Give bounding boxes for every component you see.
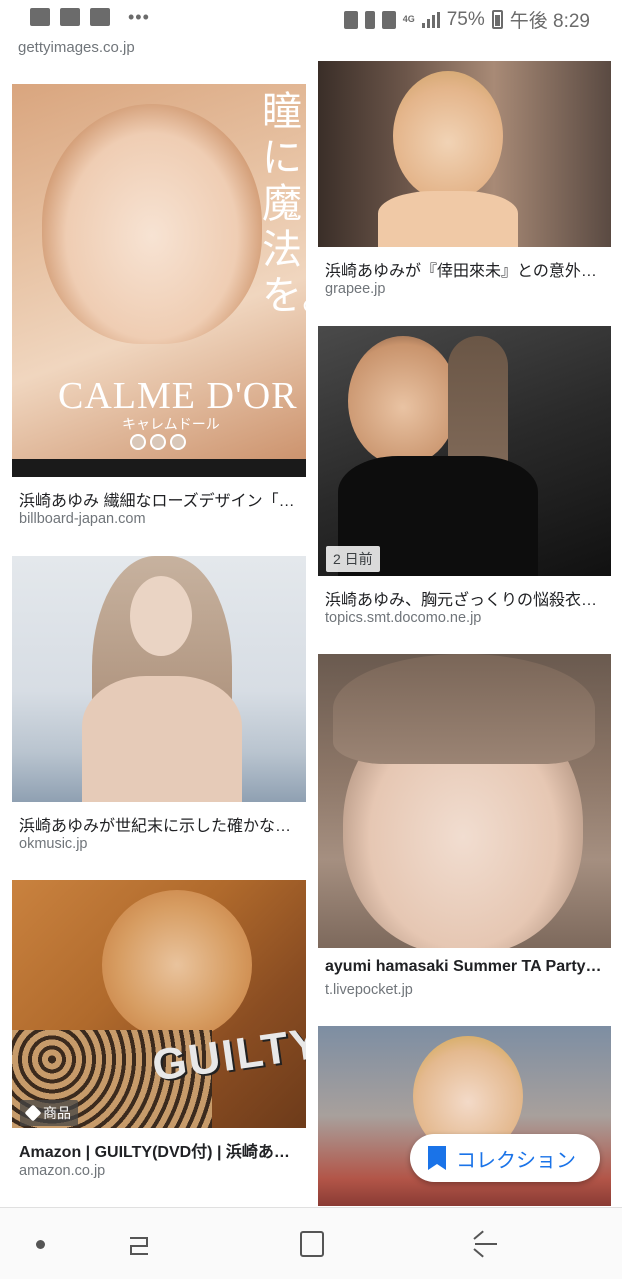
result-title[interactable]: 浜崎あゆみが『倖田來未』との意外… [325,257,608,281]
system-navigation-bar [0,1207,622,1279]
email-icon [60,8,80,26]
result-source[interactable]: billboard-japan.com [19,511,146,527]
battery-icon [491,10,503,29]
clock: 午後 8:29 [509,11,590,32]
tag-icon [24,1104,42,1122]
result-thumbnail[interactable]: 2 日前 [318,326,611,576]
portrait-face [42,104,262,344]
recent-apps-icon[interactable] [126,1230,152,1256]
portrait-body [378,191,518,247]
result-thumbnail[interactable] [12,556,306,802]
signal-icon [421,11,440,28]
home-icon[interactable] [300,1231,324,1257]
back-icon[interactable] [472,1230,500,1258]
image-result[interactable]: GUILTY 商品 Amazon | GUILTY(DVD付) | 浜崎あ… a… [12,880,306,1184]
mail-icon [30,8,50,26]
image-result[interactable]: 浜崎あゆみが世紀末に示した確かな… okmusic.jp [12,556,306,856]
portrait-face [102,890,252,1040]
network-type: 4G [402,14,415,24]
result-source[interactable]: gettyimages.co.jp [18,39,135,56]
portrait-face [393,71,503,201]
result-source[interactable]: grapee.jp [325,281,385,297]
image-result[interactable]: 浜崎あゆみが『倖田來未』との意外… grapee.jp [318,61,611,306]
image-result[interactable]: ayumi hamasaki Summer TA Party… t.livepo… [318,654,611,1004]
product-badge-label: 商品 [43,1105,71,1121]
image-result[interactable]: 瞳に魔法を。 CALME D'OR キャレムドール 浜崎あゆみ 繊細なローズデザ… [12,84,306,534]
result-thumbnail[interactable]: 瞳に魔法を。 CALME D'OR キャレムドール [12,84,306,477]
nav-dot-icon[interactable] [36,1240,45,1249]
result-source[interactable]: amazon.co.jp [19,1163,105,1179]
collection-button[interactable]: コレクション [410,1134,600,1182]
more-notifications-icon: ••• [128,7,150,27]
result-title[interactable]: 浜崎あゆみ、胸元ざっくりの悩殺衣… [325,586,608,610]
bookmark-icon [428,1146,446,1170]
ad-brand-kana: キャレムドール [122,416,220,432]
result-source[interactable]: topics.smt.docomo.ne.jp [325,610,481,626]
result-thumbnail[interactable] [318,61,611,247]
product-dots [130,434,186,450]
alarm-icon [343,10,358,29]
ad-footer-band [12,459,306,477]
result-source[interactable]: t.livepocket.jp [325,982,413,998]
portrait-body [82,676,242,802]
ad-brand: CALME D'OR [58,375,298,417]
result-thumbnail[interactable] [318,654,611,948]
status-bar: ••• 4G 75% 午後 8:29 [0,0,622,36]
portrait-face [348,336,458,466]
nfc-icon [381,10,396,29]
photo-icon [90,8,110,26]
image-result[interactable]: 2 日前 浜崎あゆみ、胸元ざっくりの悩殺衣… topics.smt.docomo… [318,326,611,631]
portrait-bangs [333,654,595,764]
result-title[interactable]: 浜崎あゆみが世紀末に示した確かな… [19,812,303,836]
collection-button-label: コレクション [456,1149,576,1172]
result-title[interactable]: Amazon | GUILTY(DVD付) | 浜崎あ… [19,1138,303,1162]
portrait-face [130,576,192,656]
battery-percent: 75% [446,8,485,30]
result-source[interactable]: okmusic.jp [19,836,88,852]
product-badge: 商品 [20,1100,78,1126]
date-badge: 2 日前 [326,546,380,572]
ad-headline: 瞳に魔法を。 [262,89,306,319]
result-thumbnail[interactable]: GUILTY 商品 [12,880,306,1128]
result-title[interactable]: ayumi hamasaki Summer TA Party… [325,958,608,976]
bluetooth-icon [364,10,375,29]
result-title[interactable]: 浜崎あゆみ 繊細なローズデザイン「… [19,487,303,511]
